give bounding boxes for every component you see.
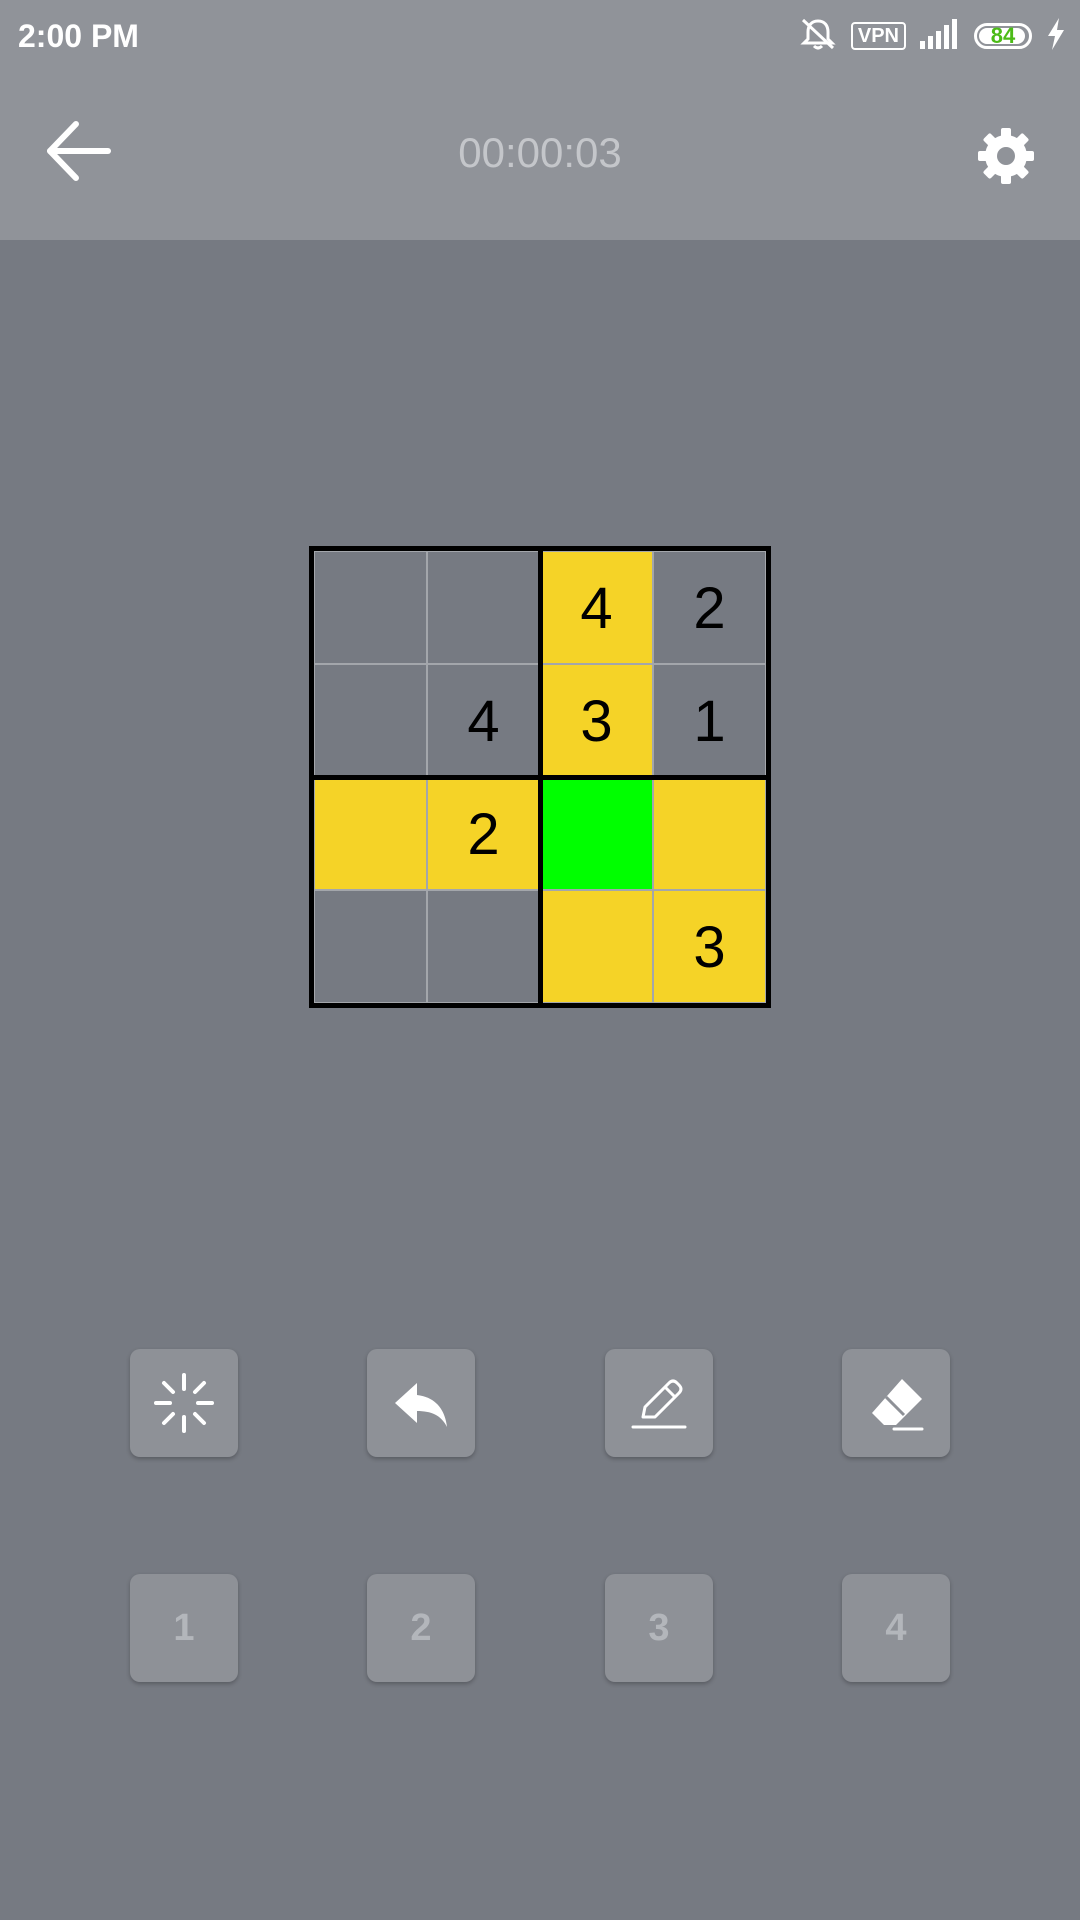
charging-icon	[1046, 17, 1066, 55]
board-cell-r2c1[interactable]	[314, 664, 427, 777]
eraser-button[interactable]	[842, 1349, 950, 1457]
gear-icon	[978, 128, 1034, 184]
back-button[interactable]	[40, 118, 120, 184]
box-divider-vertical	[538, 551, 543, 1003]
board-cell-r1c4[interactable]: 2	[653, 551, 766, 664]
undo-icon	[395, 1383, 447, 1427]
status-time: 2:00 PM	[18, 18, 139, 54]
status-icons: VPN 84	[799, 16, 1066, 56]
pencil-icon	[631, 1379, 687, 1429]
settings-button[interactable]	[976, 126, 1036, 186]
board-cell-r4c1[interactable]	[314, 890, 427, 1003]
sudoku-screen: 2:00 PM VPN 84 00:00:03 4 2 4 3 1 2 3 1 …	[0, 0, 1080, 1920]
board-cell-r4c2[interactable]	[427, 890, 540, 1003]
toolbar: 00:00:03	[0, 72, 1080, 240]
game-timer: 00:00:03	[458, 129, 622, 176]
number-button-1[interactable]: 1	[130, 1574, 238, 1682]
pencil-button[interactable]	[605, 1349, 713, 1457]
arrow-left-icon	[47, 121, 111, 181]
battery-level: 84	[990, 23, 1016, 48]
board-cell-r2c3[interactable]: 3	[540, 664, 653, 777]
battery-icon: 84	[974, 23, 1032, 49]
board-cell-r2c2[interactable]: 4	[427, 664, 540, 777]
number-button-4[interactable]: 4	[842, 1574, 950, 1682]
board-cell-r1c2[interactable]	[427, 551, 540, 664]
number-button-3[interactable]: 3	[605, 1574, 713, 1682]
board-cell-r2c4[interactable]: 1	[653, 664, 766, 777]
board-cell-r3c2[interactable]: 2	[427, 777, 540, 890]
board-cell-r4c4[interactable]: 3	[653, 890, 766, 1003]
vpn-icon: VPN	[850, 22, 906, 50]
number-button-2[interactable]: 2	[367, 1574, 475, 1682]
sudoku-board: 4243123	[309, 546, 771, 1008]
board-cell-r3c3[interactable]	[540, 777, 653, 890]
signal-icon	[920, 18, 960, 54]
status-bar: 2:00 PM VPN 84	[0, 0, 1080, 72]
board-cell-r1c3[interactable]: 4	[540, 551, 653, 664]
hint-sparkle-icon	[154, 1373, 214, 1433]
hint-button[interactable]	[130, 1349, 238, 1457]
board-cell-r3c1[interactable]	[314, 777, 427, 890]
board-cell-r4c3[interactable]	[540, 890, 653, 1003]
board-cell-r3c4[interactable]	[653, 777, 766, 890]
eraser-icon	[872, 1379, 924, 1431]
mute-icon	[799, 17, 837, 56]
board-cell-r1c1[interactable]	[314, 551, 427, 664]
undo-button[interactable]	[367, 1349, 475, 1457]
